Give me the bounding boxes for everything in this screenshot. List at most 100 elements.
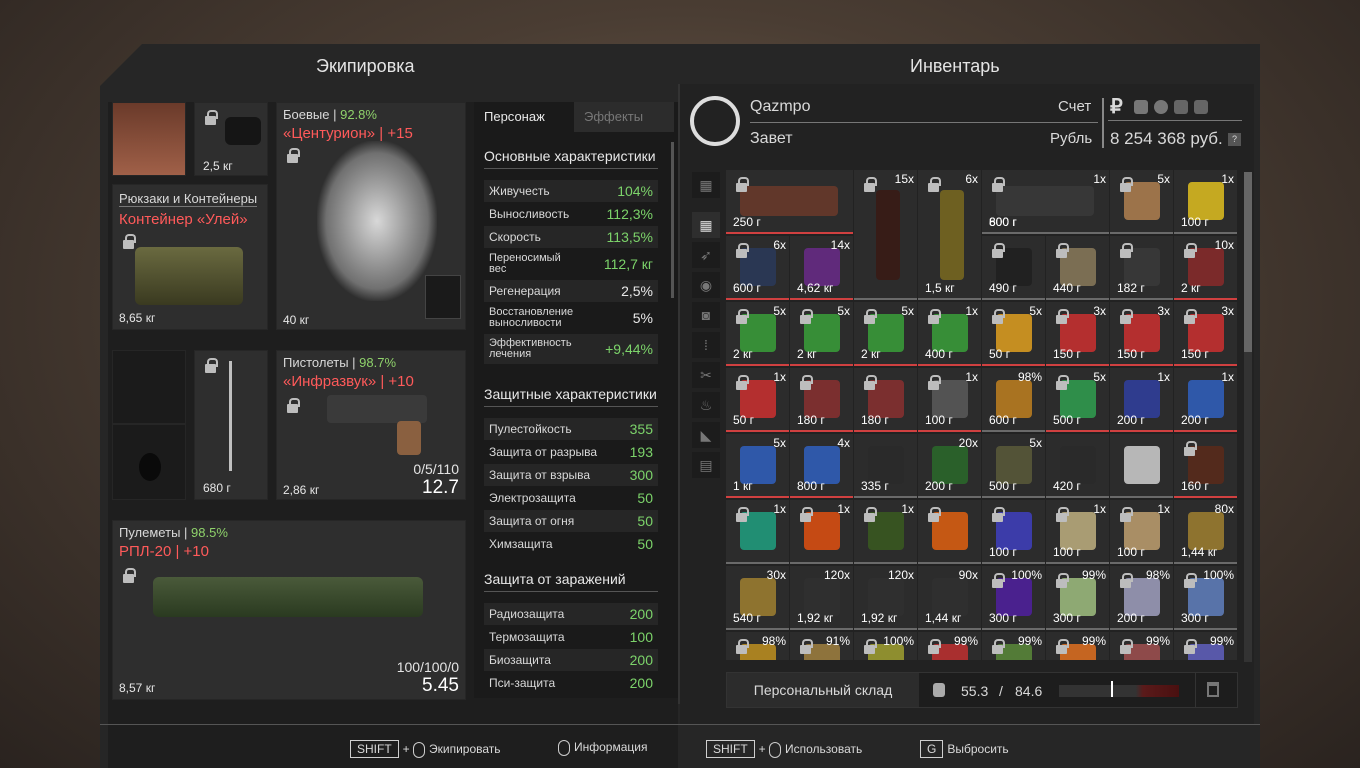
inventory-item[interactable]: 100% 300 г (982, 566, 1045, 630)
inventory-item[interactable]: 5x (1110, 170, 1173, 234)
inventory-item[interactable]: 440 г (1046, 236, 1109, 300)
inventory-item[interactable]: 420 г (1046, 434, 1109, 498)
personal-storage-button[interactable]: Персональный склад (727, 673, 919, 707)
filter-devices-icon[interactable]: ◙ (692, 302, 720, 328)
inventory-item[interactable]: 1x 100 г (1174, 170, 1237, 234)
filter-tools-icon[interactable]: ✂ (692, 362, 720, 388)
key-badge: SHIFT (350, 740, 399, 758)
inventory-item[interactable]: 1x 100 г (1110, 500, 1173, 564)
currency-icon[interactable] (1174, 100, 1188, 114)
inventory-item[interactable]: 3x 150 г (1110, 302, 1173, 366)
tab-effects[interactable]: Эффекты (574, 102, 674, 132)
filter-grid-icon[interactable]: ▦ (692, 212, 720, 238)
inventory-item[interactable]: 1x 400 г (918, 302, 981, 366)
inventory-item[interactable]: 180 г (790, 368, 853, 432)
inventory-item[interactable]: 1x (726, 500, 789, 564)
inventory-item[interactable]: 1x 100 г (1046, 500, 1109, 564)
hint-3: G Выбросить (920, 740, 1009, 758)
item-count: 5x (1029, 436, 1042, 450)
help-icon[interactable]: ? (1228, 133, 1241, 146)
inventory-item[interactable] (918, 500, 981, 564)
inventory-item[interactable]: 1x 50 г (726, 368, 789, 432)
inventory-item[interactable]: 5x 500 г (1046, 368, 1109, 432)
inventory-item[interactable]: 1x 800 г 600 г (982, 170, 1109, 234)
filter-misc-icon[interactable]: ◣ (692, 422, 720, 448)
inventory-item[interactable]: 6x 600 г (726, 236, 789, 300)
inventory-item[interactable]: 80x 1,44 кг (1174, 500, 1237, 564)
trash-icon[interactable] (1207, 682, 1219, 697)
inventory-item[interactable]: 14x 4,62 кг (790, 236, 853, 300)
filter-all-icon[interactable]: ▦ (692, 172, 720, 198)
inventory-item[interactable]: 100% 300 г (1174, 566, 1237, 630)
character-portrait[interactable] (112, 102, 186, 176)
weight-meter (1059, 681, 1179, 697)
filter-ammo-icon[interactable]: ⁞ (692, 332, 720, 358)
inventory-item[interactable]: 6x 1,5 кг (918, 170, 981, 300)
inventory-item[interactable]: 1x 200 г (1110, 368, 1173, 432)
machinegun-slot[interactable]: Пулеметы | 98.5% РПЛ-20 | +10 100/100/0 … (112, 520, 466, 700)
filter-armor-icon[interactable]: ◉ (692, 272, 720, 298)
inventory-item[interactable]: 5x 2 кг (790, 302, 853, 366)
inventory-item[interactable]: 1x 200 г (1174, 368, 1237, 432)
inventory-item[interactable]: 250 г (726, 170, 853, 234)
tab-character[interactable]: Персонаж (474, 102, 574, 132)
inventory-item[interactable]: 90x 1,44 кг (918, 566, 981, 630)
inventory-item[interactable]: 15x (854, 170, 917, 300)
inventory-item[interactable]: 100 г (982, 500, 1045, 564)
inventory-item[interactable]: 10x 2 кг (1174, 236, 1237, 300)
inventory-item[interactable]: 120x 1,92 кг (854, 566, 917, 630)
inventory-item[interactable]: 20x 200 г (918, 434, 981, 498)
pistol-slot[interactable]: Пистолеты | 98.7% «Инфразвук» | +10 0/5/… (276, 350, 466, 500)
inventory-item[interactable]: 99% (918, 632, 981, 660)
container-slot[interactable]: Рюкзаки и Контейнеры Контейнер «Улей» 8,… (112, 184, 268, 330)
faction-name: Завет (750, 130, 793, 147)
filter-storage-icon[interactable]: ▤ (692, 452, 720, 478)
inventory-item[interactable]: 490 г (982, 236, 1045, 300)
inventory-item[interactable]: 182 г (1110, 236, 1173, 300)
inventory-item[interactable]: 5x 1 кг (726, 434, 789, 498)
stats-scrollbar[interactable] (671, 142, 674, 298)
inventory-item[interactable]: 100% (854, 632, 917, 660)
inventory-scrollbar-track[interactable] (1244, 172, 1252, 662)
inventory-item[interactable]: 1x (854, 500, 917, 564)
inventory-item[interactable]: 98% 200 г (1110, 566, 1173, 630)
inventory-item[interactable]: 1x 100 г (918, 368, 981, 432)
armor-attachment-slot[interactable] (425, 275, 461, 319)
device-slot[interactable] (112, 350, 186, 424)
inventory-item[interactable]: 5x 50 г (982, 302, 1045, 366)
inventory-item[interactable]: 5x 500 г (982, 434, 1045, 498)
item-count: 1x (1221, 370, 1234, 384)
melee-slot[interactable]: 680 г (194, 350, 268, 500)
armor-name: «Центурион» | +15 (283, 125, 413, 142)
inventory-item[interactable]: 99% (1046, 632, 1109, 660)
filter-food-icon[interactable]: ♨ (692, 392, 720, 418)
inventory-item[interactable]: 99% (1110, 632, 1173, 660)
currency-icon[interactable] (1194, 100, 1208, 114)
inventory-item[interactable]: 160 г (1174, 434, 1237, 498)
inventory-item[interactable]: 91% (790, 632, 853, 660)
helmet-slot[interactable]: 2,5 кг (194, 102, 268, 176)
inventory-item[interactable]: 1x (790, 500, 853, 564)
inventory-item[interactable]: 4x 800 г (790, 434, 853, 498)
armor-slot[interactable]: Боевые | 92.8% «Центурион» | +15 40 кг (276, 102, 466, 330)
ruble-icon[interactable]: ₽ (1110, 94, 1123, 119)
inventory-item[interactable]: 30x 540 г (726, 566, 789, 630)
inventory-item[interactable]: 3x 150 г (1046, 302, 1109, 366)
inventory-item[interactable]: 5x 2 кг (854, 302, 917, 366)
grenade-slot[interactable] (112, 424, 186, 500)
currency-icon[interactable] (1154, 100, 1168, 114)
inventory-item[interactable]: 335 г (854, 434, 917, 498)
filter-weapons-icon[interactable]: ➶ (692, 242, 720, 268)
inventory-item[interactable]: 99% (982, 632, 1045, 660)
inventory-item[interactable]: 98% (726, 632, 789, 660)
inventory-item[interactable]: 3x 150 г (1174, 302, 1237, 366)
inventory-item[interactable]: 98% 600 г (982, 368, 1045, 432)
inventory-item[interactable]: 120x 1,92 кг (790, 566, 853, 630)
inventory-item[interactable] (1110, 434, 1173, 498)
inventory-item[interactable]: 5x 2 кг (726, 302, 789, 366)
inventory-item[interactable]: 99% (1174, 632, 1237, 660)
inventory-item[interactable]: 180 г (854, 368, 917, 432)
currency-icon[interactable] (1134, 100, 1148, 114)
inventory-item[interactable]: 99% 300 г (1046, 566, 1109, 630)
inventory-scrollbar-thumb[interactable] (1244, 172, 1252, 352)
